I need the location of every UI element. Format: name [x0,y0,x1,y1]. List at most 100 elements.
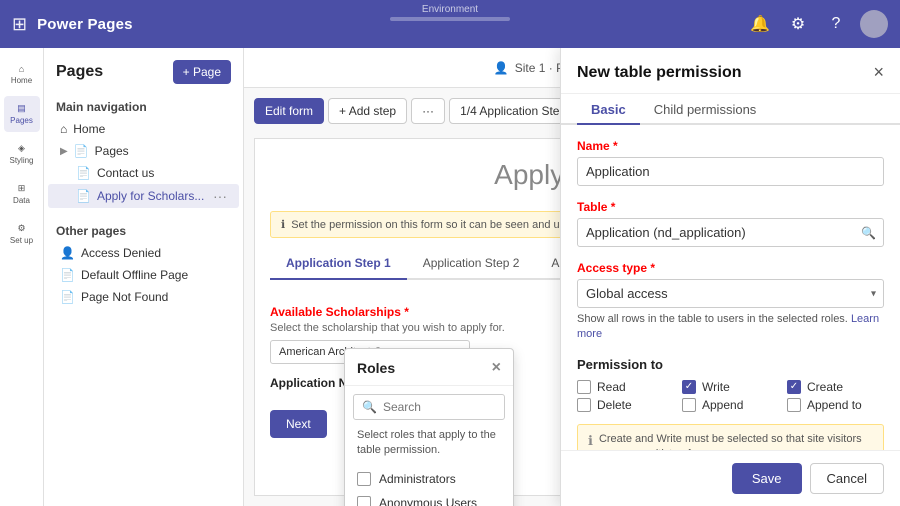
nav-item-home[interactable]: ⌂ Home [48,118,239,140]
sidebar-item-data[interactable]: ⊞ Data [4,176,40,212]
perm-append-to[interactable]: Append to [787,398,884,412]
info-icon: ℹ [281,218,285,231]
setup-label: Set up [10,236,33,245]
add-step-button[interactable]: + Add step [328,98,407,124]
roles-dropdown: Roles × 🔍 Select roles that apply to the… [344,348,514,506]
rp-tabs: Basic Child permissions [561,94,900,125]
sidebar-item-pages[interactable]: ▤ Pages [4,96,40,132]
read-checkbox[interactable] [577,380,591,394]
more-options-button[interactable]: ··· [411,98,445,124]
user-icon: 👤 [60,246,75,260]
sidebar-item-setup[interactable]: ⚙ Set up [4,216,40,252]
home-nav-icon: ⌂ [60,122,67,136]
rp-close-button[interactable]: × [873,62,884,83]
rp-header: New table permission × [561,48,900,94]
main-layout: ⌂ Home ▤ Pages ◈ Styling ⊞ Data ⚙ Set up… [0,48,900,506]
rp-permissions-field: Permission to Read ✓ Write ✓ Create [577,357,884,450]
save-button[interactable]: Save [732,463,802,494]
page-toolbar: Edit form + Add step ··· 1/4 Application… [254,98,597,124]
role-administrators[interactable]: Administrators [353,467,505,491]
tab-basic[interactable]: Basic [577,94,640,125]
edit-form-button[interactable]: Edit form [254,98,324,124]
search-icon: 🔍 [362,400,377,414]
rp-footer: Save Cancel [561,450,900,506]
nav-item-not-found[interactable]: 📄 Page Not Found [48,286,239,308]
add-page-button[interactable]: + Page [173,60,231,84]
content-area: 👤 Site 1 · Private · Saved ▾ Edit form +… [244,48,900,506]
cancel-button[interactable]: Cancel [810,463,884,494]
rp-body: Name * Table * 🔍 [561,125,900,450]
roles-dropdown-header: Roles × [345,349,513,386]
pages-panel-header: Pages + Page [44,60,243,94]
app-title: Power Pages [37,16,381,33]
rp-access-label: Access type * [577,261,884,275]
search-table-icon: 🔍 [861,226,876,240]
rp-access-field: Access type * Global access Contact acce… [577,261,884,343]
rp-table-label: Table * [577,200,884,214]
rp-name-field: Name * [577,139,884,186]
rp-table-input[interactable] [577,218,884,247]
more-actions-icon[interactable]: ··· [213,188,227,204]
roles-search-input[interactable] [383,400,538,414]
other-pages-title: Other pages [44,218,243,242]
setup-icon: ⚙ [17,223,25,234]
right-panel: New table permission × Basic Child permi… [560,48,900,506]
page-icon: 📄 [76,166,91,180]
user-avatar[interactable] [860,10,888,38]
anonymous-checkbox[interactable] [357,496,371,506]
step-2-tab[interactable]: Application Step 2 [407,248,536,280]
notifications-icon[interactable]: 🔔 [746,10,774,38]
styling-icon: ◈ [18,143,25,154]
rp-title: New table permission [577,64,742,82]
perm-read[interactable]: Read [577,380,674,394]
sidebar-item-home[interactable]: ⌂ Home [4,56,40,92]
nav-item-offline[interactable]: 📄 Default Offline Page [48,264,239,286]
pages-panel: Pages + Page Main navigation ⌂ Home ▶ 📄 … [44,48,244,506]
delete-checkbox[interactable] [577,398,591,412]
top-bar: ⊞ Power Pages Environment 🔔 ⚙ ? [0,0,900,48]
home-icon: ⌂ [19,64,24,74]
top-bar-actions: 🔔 ⚙ ? [746,10,888,38]
chevron-icon: ▶ [60,146,68,157]
rp-table-field: Table * 🔍 [577,200,884,247]
append-checkbox[interactable] [682,398,696,412]
create-checkbox[interactable]: ✓ [787,380,801,394]
perm-write[interactable]: ✓ Write [682,380,779,394]
settings-icon[interactable]: ⚙ [784,10,812,38]
pages-label: Pages [10,116,33,125]
sidebar-icons: ⌂ Home ▤ Pages ◈ Styling ⊞ Data ⚙ Set up [0,48,44,506]
nav-item-apply[interactable]: 📄 Apply for Scholars... ··· [48,184,239,208]
perm-create[interactable]: ✓ Create [787,380,884,394]
perm-delete[interactable]: Delete [577,398,674,412]
roles-list: Administrators Anonymous Users ✓ Authent… [345,467,513,506]
nav-item-contact[interactable]: 📄 Contact us [48,162,239,184]
roles-close-button[interactable]: × [492,359,501,377]
step-1-tab[interactable]: Application Step 1 [270,248,407,280]
admin-checkbox[interactable] [357,472,371,486]
rp-permission-label: Permission to [577,357,884,372]
grid-icon[interactable]: ⊞ [12,14,27,35]
help-icon[interactable]: ? [822,10,850,38]
rp-name-label: Name * [577,139,884,153]
environment-bar [390,17,510,21]
rp-access-info: Show all rows in the table to users in t… [577,312,884,343]
page-icon: 📄 [76,189,91,203]
tab-child-permissions[interactable]: Child permissions [640,94,771,125]
nav-item-access-denied[interactable]: 👤 Access Denied [48,242,239,264]
rp-access-select[interactable]: Global access Contact access Account acc… [577,279,884,308]
role-anonymous[interactable]: Anonymous Users [353,491,505,506]
page-icon: 📄 [60,290,75,304]
next-button[interactable]: Next [270,410,327,438]
page-icon: 📄 [74,144,89,158]
rp-table-wrap: 🔍 [577,218,884,247]
perm-append[interactable]: Append [682,398,779,412]
roles-search-container: 🔍 [353,394,505,420]
pages-panel-title: Pages [56,63,103,81]
nav-item-pages[interactable]: ▶ 📄 Pages [48,140,239,162]
styling-label: Styling [9,156,33,165]
sidebar-item-styling[interactable]: ◈ Styling [4,136,40,172]
write-checkbox[interactable]: ✓ [682,380,696,394]
pages-icon: ▤ [17,103,26,114]
append-to-checkbox[interactable] [787,398,801,412]
rp-name-input[interactable] [577,157,884,186]
